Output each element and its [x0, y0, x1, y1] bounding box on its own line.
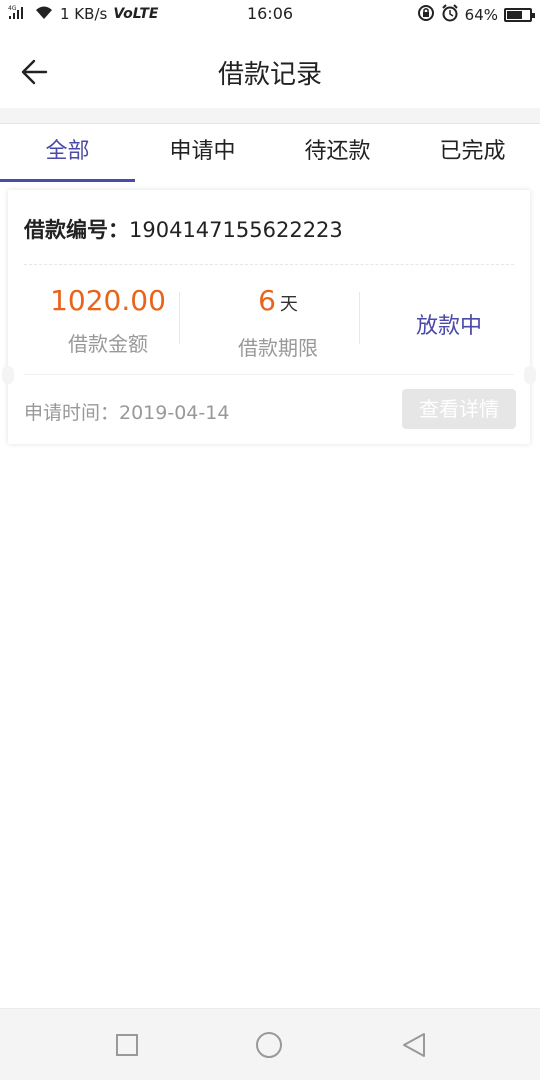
loan-id: 借款编号：1904147155622223 — [24, 214, 343, 244]
apply-time: 申请时间：2019-04-14 — [24, 402, 230, 424]
loan-term: 6天 借款期限 — [188, 284, 368, 361]
loan-amount-value: 1020.00 — [50, 284, 166, 317]
loan-id-value: 1904147155622223 — [129, 218, 343, 242]
loan-term-label: 借款期限 — [238, 336, 318, 360]
page-title: 借款记录 — [217, 60, 322, 90]
status-bar: 4G 1 KB/s VoLTE 16:06 64% — [0, 0, 540, 30]
tab-to-repay[interactable]: 待还款 — [270, 124, 405, 182]
home-button[interactable] — [253, 1029, 285, 1061]
tab-all[interactable]: 全部 — [0, 124, 135, 182]
divider — [359, 292, 360, 344]
triangle-back-icon — [403, 1033, 425, 1057]
header-separator — [0, 108, 540, 124]
tab-applying[interactable]: 申请中 — [135, 124, 270, 182]
loan-amount-label: 借款金额 — [68, 332, 148, 356]
battery-icon — [504, 8, 535, 22]
loan-term-value-row: 6天 — [188, 284, 368, 322]
loan-id-label: 借款编号： — [24, 218, 129, 242]
tab-completed[interactable]: 已完成 — [405, 124, 540, 182]
loan-term-value: 6 — [258, 284, 276, 317]
divider — [179, 292, 180, 344]
battery-percent: 64% — [464, 6, 498, 24]
back-nav-button[interactable] — [398, 1029, 430, 1061]
divider — [24, 264, 514, 265]
view-details-button[interactable]: 查看详情 — [402, 389, 516, 429]
rotation-lock-icon — [417, 4, 435, 26]
divider — [24, 374, 514, 375]
loan-term-unit: 天 — [279, 294, 298, 315]
status-right: 64% — [417, 4, 535, 26]
loan-record-card[interactable]: 借款编号：1904147155622223 1020.00 借款金额 6天 借款… — [2, 190, 536, 444]
loan-amount: 1020.00 借款金额 — [28, 284, 188, 357]
card-notch-right — [524, 366, 536, 384]
tab-bar: 全部 申请中 待还款 已完成 — [0, 124, 540, 182]
card-notch-left — [2, 366, 14, 384]
square-icon — [116, 1034, 138, 1056]
circle-icon — [256, 1032, 282, 1058]
system-nav-bar — [0, 1008, 540, 1080]
recent-apps-button[interactable] — [111, 1029, 143, 1061]
alarm-icon — [441, 4, 459, 26]
app-header: 借款记录 — [0, 30, 540, 108]
loan-status: 放款中 — [415, 314, 482, 339]
